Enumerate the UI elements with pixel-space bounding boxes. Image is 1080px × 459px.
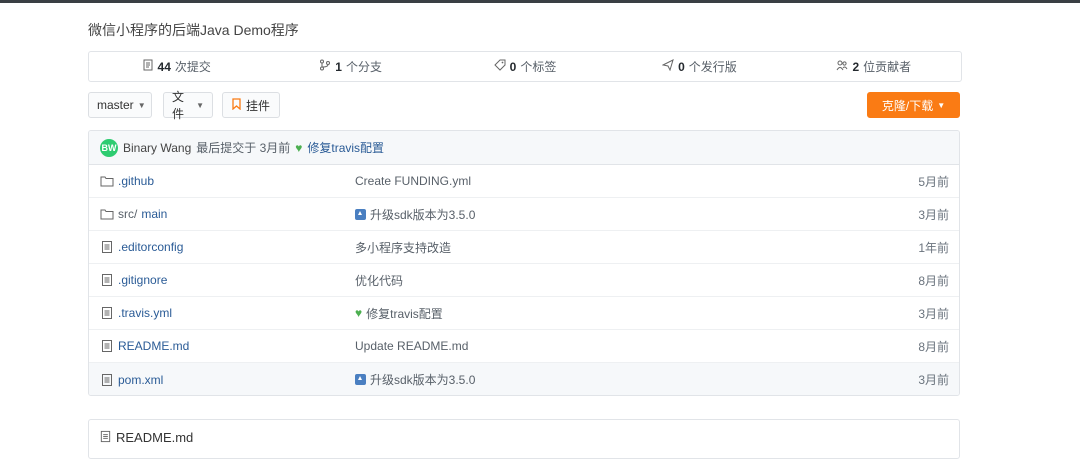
commit-author[interactable]: Binary Wang: [123, 141, 191, 155]
releases-label: 个发行版: [688, 60, 737, 74]
file-commit-message[interactable]: 升级sdk版本为3.5.0: [370, 206, 475, 223]
file-row-pom[interactable]: pom.xml 升级sdk版本为3.5.0 3月前: [89, 363, 959, 395]
commit-meta: 最后提交于 3月前: [196, 141, 291, 155]
file-name-link[interactable]: main: [141, 207, 167, 221]
file-path-prefix[interactable]: src/: [118, 207, 137, 221]
commits-count: 44: [157, 59, 171, 74]
contributors-label: 位贡献者: [863, 60, 912, 74]
contributors-count: 2: [852, 59, 860, 74]
contributors-stat[interactable]: 2 位贡献者: [787, 52, 961, 81]
widget-button[interactable]: 挂件: [222, 92, 280, 118]
commits-icon: [142, 59, 154, 74]
file-commit-message[interactable]: 多小程序支持改造: [355, 239, 451, 256]
file-icon: [100, 240, 114, 254]
top-bar: [0, 0, 1080, 3]
commits-label: 次提交: [174, 60, 211, 74]
file-row-github[interactable]: .github Create FUNDING.yml 5月前: [89, 165, 959, 198]
commits-stat[interactable]: 44 次提交: [89, 52, 263, 81]
readme-title: README.md: [116, 430, 194, 445]
bookmark-icon: [231, 97, 242, 113]
file-age: 3月前: [918, 207, 949, 222]
tags-stat[interactable]: 0 个标签: [438, 52, 612, 81]
contributors-icon: [836, 59, 848, 74]
file-commit-message[interactable]: Update README.md: [355, 339, 468, 353]
branches-count: 1: [335, 59, 342, 74]
file-age: 5月前: [918, 174, 949, 189]
commit-message-link[interactable]: 修复travis配置: [307, 139, 384, 156]
releases-count: 0: [678, 59, 685, 74]
file-name-link[interactable]: .editorconfig: [118, 240, 183, 254]
file-row-gitignore[interactable]: .gitignore 优化代码 8月前: [89, 264, 959, 297]
branches-label: 个分支: [345, 60, 382, 74]
file-menu-button[interactable]: 文件 ▼: [163, 90, 213, 121]
folder-icon: [100, 207, 114, 221]
clone-download-button[interactable]: 克隆/下载 ▼: [867, 92, 960, 118]
chevron-down-icon: ▼: [137, 100, 146, 110]
widget-label: 挂件: [246, 98, 271, 113]
release-icon: [661, 59, 674, 74]
file-row-readme[interactable]: README.md Update README.md 8月前: [89, 330, 959, 363]
last-commit-bar: BW Binary Wang 最后提交于 3月前 ♥ 修复travis配置: [89, 131, 959, 165]
branches-stat[interactable]: 1 个分支: [263, 52, 437, 81]
file-list: BW Binary Wang 最后提交于 3月前 ♥ 修复travis配置 .g…: [88, 130, 960, 396]
file-icon: [99, 430, 112, 458]
file-age: 1年前: [918, 240, 949, 255]
avatar[interactable]: BW: [100, 138, 118, 157]
file-row-src-main[interactable]: src/ main 升级sdk版本为3.5.0 3月前: [89, 198, 959, 231]
file-name-link[interactable]: .travis.yml: [118, 306, 172, 320]
file-commit-message[interactable]: Create FUNDING.yml: [355, 174, 471, 188]
file-name-link[interactable]: .gitignore: [118, 273, 167, 287]
branch-select-button[interactable]: master ▼: [88, 92, 152, 118]
file-age: 8月前: [918, 273, 949, 288]
file-row-travis[interactable]: .travis.yml ♥ 修复travis配置 3月前: [89, 297, 959, 330]
branch-select-label: master: [97, 98, 134, 112]
chevron-down-icon: ▼: [196, 100, 204, 110]
file-icon: [100, 273, 114, 287]
file-icon: [100, 373, 114, 387]
file-name-link[interactable]: pom.xml: [118, 373, 163, 387]
green-heart-icon: ♥: [295, 140, 303, 155]
file-row-editorconfig[interactable]: .editorconfig 多小程序支持改造 1年前: [89, 231, 959, 264]
file-name-link[interactable]: README.md: [118, 339, 189, 353]
file-commit-message[interactable]: 修复travis配置: [366, 305, 443, 322]
folder-icon: [100, 174, 114, 188]
file-age: 8月前: [918, 339, 949, 354]
up-arrow-icon: [355, 208, 366, 220]
clone-download-label: 克隆/下载: [881, 98, 934, 113]
file-commit-message[interactable]: 优化代码: [355, 272, 403, 289]
repo-stats-bar: 44 次提交 1 个分支 0 个标签 0 个发行版 2 位贡献者: [88, 51, 962, 82]
up-arrow-icon: [355, 374, 366, 385]
branch-icon: [319, 59, 331, 74]
file-icon: [100, 339, 114, 353]
file-commit-message[interactable]: 升级sdk版本为3.5.0: [370, 371, 475, 388]
file-icon: [100, 306, 114, 320]
readme-panel: README.md: [88, 419, 960, 459]
file-age: 3月前: [918, 306, 949, 321]
tags-count: 0: [509, 59, 517, 74]
file-menu-label: 文件: [172, 90, 185, 121]
tags-label: 个标签: [520, 60, 557, 74]
tag-icon: [493, 59, 506, 74]
file-age: 3月前: [918, 373, 949, 387]
file-name-link[interactable]: .github: [118, 174, 154, 188]
releases-stat[interactable]: 0 个发行版: [612, 52, 786, 81]
green-heart-icon: ♥: [355, 306, 363, 320]
repo-description: 微信小程序的后端Java Demo程序: [88, 22, 299, 38]
chevron-down-icon: ▼: [937, 100, 946, 110]
